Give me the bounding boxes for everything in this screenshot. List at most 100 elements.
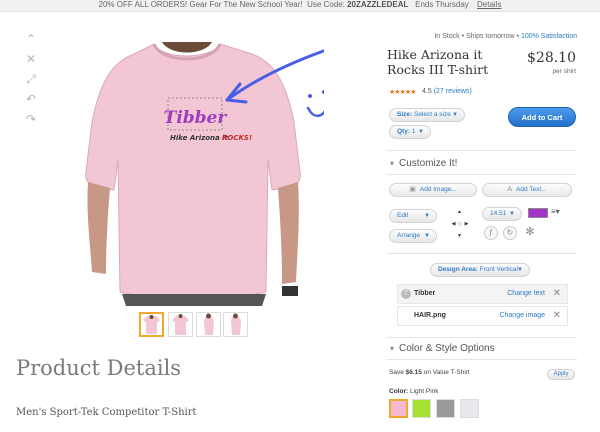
- color-style-heading: Color & Style Options: [399, 343, 495, 354]
- rating-value: 4.5: [422, 88, 432, 95]
- layers-list: T Tibber Change text ✕ HAIR.png Change i…: [397, 284, 568, 328]
- shirt-preview: Tibber Hike Arizona it ROCKS!: [62, 42, 324, 306]
- rating-stars-icon: ★★★★★: [389, 89, 416, 96]
- add-text-button[interactable]: A Add Text...: [482, 183, 572, 197]
- chevron-down-icon: ▼: [517, 267, 523, 273]
- product-details-subtitle: Men's Sport-Tek Competitor T-Shirt: [16, 407, 197, 418]
- promo-code: 20ZAZZLEDEAL: [347, 0, 409, 9]
- divider: [387, 174, 577, 175]
- rocks-design-text: ROCKS!: [222, 134, 252, 142]
- customize-section-header[interactable]: ▾ Customize It!: [390, 158, 457, 169]
- product-price: $28.10: [527, 50, 576, 66]
- size-select[interactable]: Size: Select a size ▼: [389, 108, 465, 122]
- chevron-down-icon: ▼: [509, 211, 515, 217]
- change-text-link[interactable]: Change text: [507, 285, 545, 303]
- color-swatch-green[interactable]: [412, 399, 431, 418]
- delete-icon[interactable]: ✕: [553, 285, 561, 303]
- chevron-down-icon: ▼: [418, 129, 424, 135]
- thumbnail-side-right[interactable]: [223, 312, 248, 337]
- collapse-caret-icon: ▾: [390, 344, 395, 353]
- edit-label: Edit: [397, 212, 409, 219]
- close-icon[interactable]: ✕: [24, 52, 38, 66]
- add-image-button[interactable]: ▣ Add Image...: [389, 183, 477, 197]
- design-area-select[interactable]: Design Area: Front Vertical ▼: [430, 263, 530, 277]
- promo-details-link[interactable]: Details: [477, 0, 501, 9]
- fit-expand-icon[interactable]: ⤢: [24, 72, 38, 86]
- stock-info: In Stock • Ships tomorrow • 100% Satisfa…: [434, 33, 577, 40]
- nudge-right-icon[interactable]: ▶: [463, 221, 470, 227]
- satisfaction-link[interactable]: 100% Satisfaction: [521, 33, 577, 40]
- qty-select[interactable]: Qty: 1 ▼: [389, 125, 431, 139]
- color-label: Color:: [389, 388, 409, 395]
- promo-code-prefix: Use Code:: [307, 0, 345, 9]
- color-swatch-white[interactable]: [460, 399, 479, 418]
- divider: [387, 150, 577, 151]
- divider: [387, 253, 577, 254]
- font-size-value: 14.51: [490, 210, 507, 217]
- chevron-down-icon: ▼: [452, 112, 458, 118]
- design-area-value: Front Vertical: [479, 266, 518, 273]
- layer-name: Tibber: [414, 290, 436, 297]
- arrange-menu[interactable]: Arrange ▼: [389, 229, 437, 243]
- qty-label: Qty:: [397, 128, 410, 135]
- text-icon: A: [507, 186, 513, 193]
- align-icon[interactable]: ≡▾: [551, 207, 560, 216]
- redo-icon[interactable]: ↷: [24, 112, 38, 126]
- size-label: Size:: [397, 111, 413, 118]
- thumbnail-front[interactable]: [139, 312, 164, 337]
- color-swatch-light-pink[interactable]: [389, 399, 408, 418]
- edit-menu[interactable]: Edit ▼: [389, 209, 437, 223]
- chevron-down-icon: ▼: [424, 233, 430, 239]
- color-value: Light Pink: [409, 388, 439, 395]
- undo-icon[interactable]: ↶: [24, 92, 38, 106]
- chevron-down-icon: ▼: [424, 213, 430, 219]
- nudge-down-icon[interactable]: ▼: [456, 233, 463, 239]
- design-canvas[interactable]: Tibber Hike Arizona it ROCKS!: [62, 42, 324, 306]
- apply-button[interactable]: Apply: [547, 369, 575, 380]
- hike-design-text: Hike Arizona it: [170, 134, 229, 142]
- settings-gear-icon[interactable]: ✻: [523, 226, 537, 240]
- arrange-label: Arrange: [397, 232, 421, 239]
- promo-ends: Ends Thursday: [415, 0, 469, 9]
- promo-banner: 20% OFF ALL ORDERS! Gear For The New Sch…: [0, 0, 600, 12]
- rotate-icon[interactable]: ↻: [503, 226, 517, 240]
- layer-name: HAIR.png: [414, 312, 446, 319]
- save-suffix: on Value T-Shirt: [423, 369, 470, 376]
- add-image-label: Add Image...: [419, 186, 457, 193]
- font-style-icon[interactable]: ƒ: [484, 226, 498, 240]
- font-size-select[interactable]: 14.51 ▼: [482, 207, 522, 221]
- rating-summary: 4.5 (27 reviews): [422, 88, 472, 95]
- save-offer: Save $6.15 on Value T-Shirt: [389, 369, 470, 376]
- collapse-up-icon[interactable]: ⌃: [24, 32, 38, 46]
- add-text-label: Add Text...: [516, 186, 547, 193]
- change-image-link[interactable]: Change image: [499, 307, 545, 325]
- text-layer-icon: T: [401, 289, 411, 299]
- collapse-caret-icon: ▾: [390, 159, 395, 168]
- divider: [387, 359, 577, 360]
- save-amount: $6.15: [405, 369, 422, 376]
- ships-info: Ships tomorrow: [465, 33, 515, 40]
- design-area-label: Design Area:: [438, 266, 478, 273]
- thumbnail-back[interactable]: [168, 312, 193, 337]
- delete-icon[interactable]: ✕: [553, 307, 561, 325]
- nudge-controls: ▲ ◀ ◎ ▶ ▼: [450, 209, 470, 243]
- thumbnail-side-left[interactable]: [196, 312, 221, 337]
- layer-item[interactable]: T Tibber Change text ✕: [397, 284, 568, 304]
- center-icon[interactable]: ◎: [456, 221, 463, 227]
- save-prefix: Save: [389, 369, 404, 376]
- product-details-heading: Product Details: [16, 356, 182, 380]
- qty-value: 1: [411, 128, 416, 135]
- customize-heading: Customize It!: [399, 158, 458, 169]
- reviews-link[interactable]: (27 reviews): [434, 88, 472, 95]
- color-style-section-header[interactable]: ▾ Color & Style Options: [390, 343, 495, 354]
- design-toolbar: ⌃ ✕ ⤢ ↶ ↷: [24, 32, 40, 132]
- text-color-swatch[interactable]: [528, 208, 548, 218]
- color-swatch-gray[interactable]: [436, 399, 455, 418]
- layer-item[interactable]: HAIR.png Change image ✕: [397, 306, 568, 326]
- nudge-up-icon[interactable]: ▲: [456, 209, 463, 215]
- add-to-cart-button[interactable]: Add to Cart: [508, 107, 576, 127]
- image-icon: ▣: [409, 186, 416, 193]
- product-title: Hike Arizona it Rocks III T-shirt: [387, 47, 489, 77]
- divider: [387, 337, 577, 338]
- promo-text: 20% OFF ALL ORDERS! Gear For The New Sch…: [98, 0, 303, 9]
